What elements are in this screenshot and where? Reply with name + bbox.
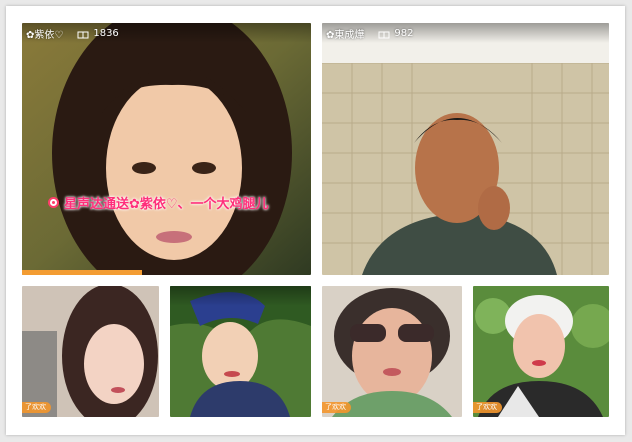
stream-5-video	[322, 286, 462, 417]
stream-card-6[interactable]: 了欢欢	[473, 286, 609, 417]
gift-banner: 星声达通送✿紫依♡、一个大鸡腿儿	[48, 193, 269, 212]
live-stream-grid: ✿紫依♡ 1836 星声达通送✿紫依♡、一个大鸡腿儿 ✿東成燁 982 了欢欢 …	[6, 6, 625, 435]
stream-2-gift-count: 982	[394, 28, 414, 39]
stream-card-5[interactable]: 了欢欢	[322, 286, 462, 417]
stream-1-video	[22, 23, 311, 275]
stream-card-4[interactable]	[170, 286, 311, 417]
stream-1-gift-count: 1836	[93, 28, 119, 39]
stream-4-top-overlay	[170, 286, 311, 306]
stream-6-video	[473, 286, 609, 417]
stream-3-video	[22, 286, 159, 417]
stream-card-1[interactable]: ✿紫依♡ 1836 星声达通送✿紫依♡、一个大鸡腿儿	[22, 23, 311, 275]
gift-icon	[378, 31, 390, 38]
stream-1-username: ✿紫依♡	[26, 30, 64, 41]
gift-banner-text: 星声达通送✿紫依♡、一个大鸡腿儿	[64, 197, 269, 212]
stream-2-username: ✿東成燁	[326, 30, 365, 41]
stream-3-tag: 了欢欢	[22, 402, 51, 413]
gift-icon	[77, 31, 89, 38]
stream-card-2[interactable]: ✿東成燁 982	[322, 23, 609, 275]
stream-1-meta: ✿紫依♡ 1836	[26, 26, 119, 41]
stream-6-tag: 了欢欢	[473, 402, 502, 413]
stream-1-progress-bar	[22, 270, 142, 275]
stream-2-meta: ✿東成燁 982	[326, 26, 413, 41]
stream-5-tag: 了欢欢	[322, 402, 351, 413]
gift-banner-dot-icon	[48, 197, 59, 208]
stream-card-3[interactable]: 了欢欢	[22, 286, 159, 417]
stream-2-video	[322, 23, 609, 275]
